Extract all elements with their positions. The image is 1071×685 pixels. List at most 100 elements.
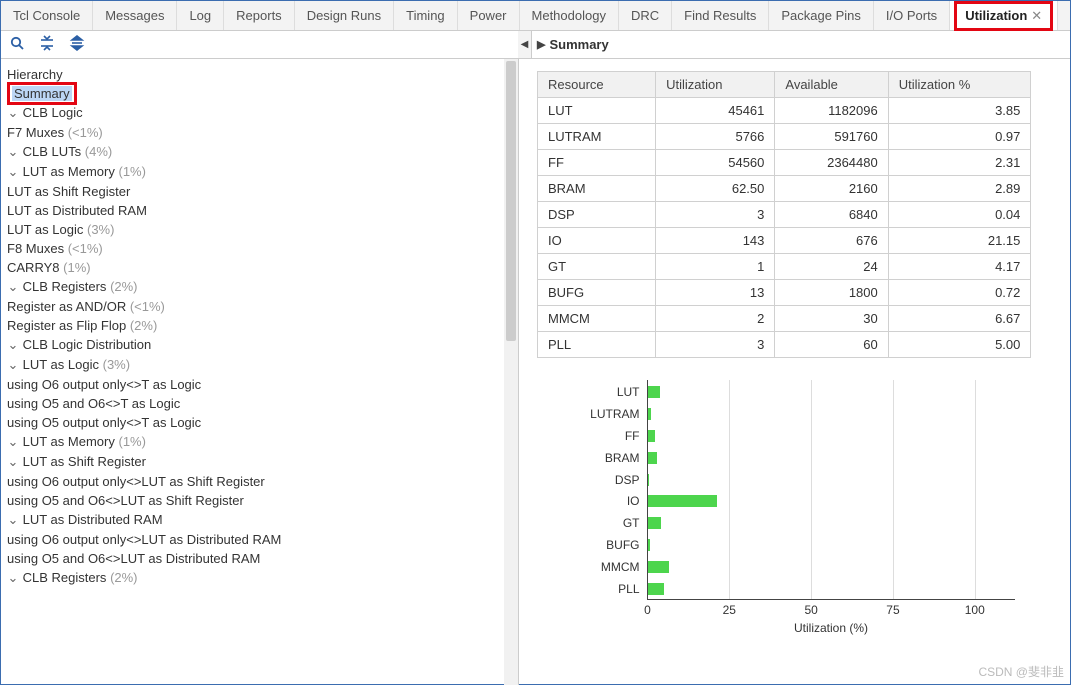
tree-toolbar: [1, 31, 518, 59]
tree-item[interactable]: Register as Flip Flop (2%): [7, 316, 518, 335]
x-tick-label: 75: [886, 599, 899, 617]
chevron-down-icon[interactable]: ⌄: [7, 357, 19, 373]
tab-messages[interactable]: Messages: [93, 1, 177, 30]
tree-summary-item[interactable]: Summary: [7, 84, 518, 103]
y-tick-label: MMCM: [601, 560, 648, 574]
table-row: DSP368400.04: [538, 202, 1031, 228]
utilization-table: ResourceUtilizationAvailableUtilization …: [537, 71, 1031, 358]
tab-methodology[interactable]: Methodology: [520, 1, 619, 30]
expand-all-icon[interactable]: [69, 35, 85, 54]
tab-drc[interactable]: DRC: [619, 1, 672, 30]
tree-item[interactable]: using O5 output only<>T as Logic: [7, 413, 518, 432]
chart-bar: [648, 583, 664, 595]
chart-bar: [648, 408, 651, 420]
tab-package-pins[interactable]: Package Pins: [769, 1, 874, 30]
tree-scroll[interactable]: Hierarchy Summary ⌄ CLB LogicF7 Muxes (<…: [1, 59, 518, 685]
table-header: Utilization: [656, 72, 775, 98]
tree-item[interactable]: using O5 and O6<>T as Logic: [7, 394, 518, 413]
chevron-down-icon[interactable]: ⌄: [7, 144, 19, 160]
tree-scrollbar[interactable]: [504, 59, 518, 685]
tree-item[interactable]: Register as AND/OR (<1%): [7, 297, 518, 316]
tab-design-runs[interactable]: Design Runs: [295, 1, 394, 30]
collapse-all-icon[interactable]: [39, 35, 55, 54]
tree-item[interactable]: ⌄ CLB Logic Distribution: [7, 335, 518, 355]
tree-item[interactable]: LUT as Logic (3%): [7, 220, 518, 239]
chevron-down-icon[interactable]: ⌄: [7, 434, 19, 450]
x-tick-label: 100: [965, 599, 985, 617]
y-tick-label: LUT: [617, 385, 648, 399]
tab-power[interactable]: Power: [458, 1, 520, 30]
tree-item[interactable]: ⌄ LUT as Distributed RAM: [7, 510, 518, 530]
x-tick-label: 0: [644, 599, 651, 617]
left-panel: Hierarchy Summary ⌄ CLB LogicF7 Muxes (<…: [1, 31, 519, 685]
tree-item[interactable]: ⌄ LUT as Shift Register: [7, 452, 518, 472]
chart-bar: [648, 517, 662, 529]
tree-item[interactable]: ⌄ CLB Registers (2%): [7, 568, 518, 588]
x-tick-label: 50: [804, 599, 817, 617]
tree-item[interactable]: using O6 output only<>T as Logic: [7, 375, 518, 394]
tree-item[interactable]: ⌄ LUT as Logic (3%): [7, 355, 518, 375]
table-row: BUFG1318000.72: [538, 280, 1031, 306]
chart-bar: [648, 452, 657, 464]
y-tick-label: FF: [625, 429, 648, 443]
chart-bar: [648, 539, 650, 551]
table-row: IO14367621.15: [538, 228, 1031, 254]
tree-item[interactable]: ⌄ LUT as Memory (1%): [7, 162, 518, 182]
y-tick-label: LUTRAM: [590, 407, 647, 421]
tree-item[interactable]: ⌄ LUT as Memory (1%): [7, 432, 518, 452]
tree-item[interactable]: F8 Muxes (<1%): [7, 239, 518, 258]
tree-item[interactable]: using O6 output only<>LUT as Shift Regis…: [7, 472, 518, 491]
tree-item[interactable]: using O6 output only<>LUT as Distributed…: [7, 530, 518, 549]
tab-utilization[interactable]: Utilization✕: [950, 1, 1058, 30]
tree-item[interactable]: ⌄ CLB Registers (2%): [7, 277, 518, 297]
chevron-down-icon[interactable]: ⌄: [7, 337, 19, 353]
caret-right-icon: ▶: [537, 38, 545, 51]
chevron-down-icon[interactable]: ⌄: [7, 512, 19, 528]
x-axis-title: Utilization (%): [794, 621, 868, 635]
tree-item[interactable]: ⌄ CLB Logic: [7, 103, 518, 123]
summary-header: ▶ Summary: [519, 31, 1070, 59]
table-header: Resource: [538, 72, 656, 98]
right-panel: ◀ ▶ Summary ResourceUtilizationAvailable…: [519, 31, 1070, 685]
tab-timing[interactable]: Timing: [394, 1, 458, 30]
table-header: Utilization %: [888, 72, 1031, 98]
chart-bar: [648, 386, 661, 398]
tree-item[interactable]: LUT as Distributed RAM: [7, 201, 518, 220]
y-tick-label: GT: [623, 516, 648, 530]
close-icon[interactable]: ✕: [1031, 8, 1042, 23]
table-row: GT1244.17: [538, 254, 1031, 280]
chevron-down-icon[interactable]: ⌄: [7, 164, 19, 180]
tree-item[interactable]: using O5 and O6<>LUT as Distributed RAM: [7, 549, 518, 568]
chevron-down-icon[interactable]: ⌄: [7, 570, 19, 586]
panel-collapse-icon[interactable]: ◀: [518, 31, 532, 59]
search-icon[interactable]: [9, 35, 25, 54]
chevron-down-icon[interactable]: ⌄: [7, 454, 19, 470]
tab-tcl-console[interactable]: Tcl Console: [1, 1, 93, 30]
tab-reports[interactable]: Reports: [224, 1, 295, 30]
table-row: MMCM2306.67: [538, 306, 1031, 332]
chevron-down-icon[interactable]: ⌄: [7, 105, 19, 121]
tree-item[interactable]: using O5 and O6<>LUT as Shift Register: [7, 491, 518, 510]
tab-find-results[interactable]: Find Results: [672, 1, 769, 30]
tree-item[interactable]: LUT as Shift Register: [7, 182, 518, 201]
y-tick-label: BRAM: [605, 451, 648, 465]
table-row: PLL3605.00: [538, 332, 1031, 358]
tab-i-o-ports[interactable]: I/O Ports: [874, 1, 950, 30]
table-header: Available: [775, 72, 888, 98]
y-tick-label: BUFG: [606, 538, 647, 552]
tab-log[interactable]: Log: [177, 1, 224, 30]
y-tick-label: PLL: [618, 582, 647, 596]
y-tick-label: IO: [627, 494, 648, 508]
bottom-tabs: Tcl ConsoleMessagesLogReportsDesign Runs…: [1, 1, 1070, 31]
watermark-text: CSDN @斐非韭: [978, 663, 1064, 680]
tree-item[interactable]: CARRY8 (1%): [7, 258, 518, 277]
tree-item[interactable]: F7 Muxes (<1%): [7, 123, 518, 142]
tree-item[interactable]: ⌄ CLB LUTs (4%): [7, 142, 518, 162]
tree-hierarchy-header[interactable]: Hierarchy: [7, 65, 518, 84]
utilization-chart: 0255075100LUTLUTRAMFFBRAMDSPIOGTBUFGMMCM…: [575, 380, 1015, 640]
summary-title: Summary: [549, 37, 608, 52]
table-row: LUTRAM57665917600.97: [538, 124, 1031, 150]
table-row: BRAM62.5021602.89: [538, 176, 1031, 202]
chevron-down-icon[interactable]: ⌄: [7, 279, 19, 295]
chart-bar: [648, 561, 670, 573]
